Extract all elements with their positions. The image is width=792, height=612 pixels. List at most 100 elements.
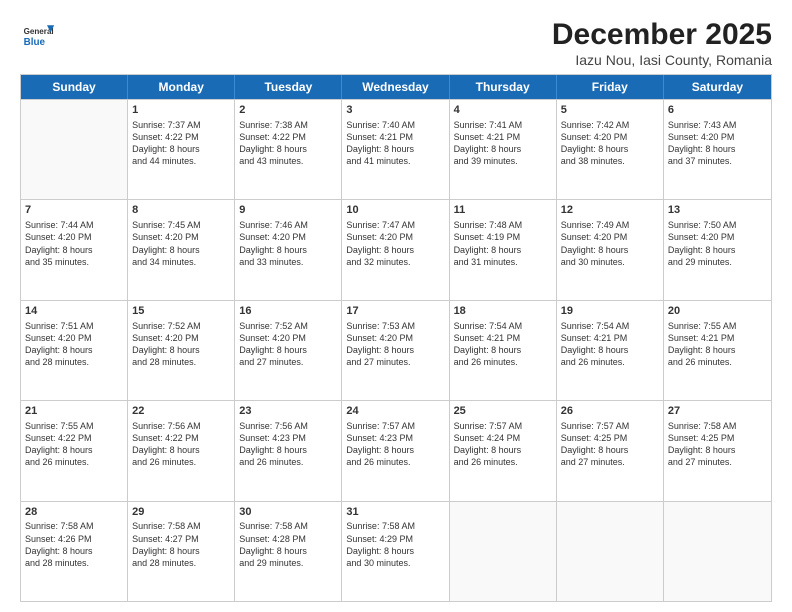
day-info: Sunset: 4:21 PM <box>561 332 659 344</box>
day-number: 18 <box>454 304 552 319</box>
day-info: Sunset: 4:22 PM <box>132 432 230 444</box>
cal-row: 7Sunrise: 7:44 AMSunset: 4:20 PMDaylight… <box>21 199 771 299</box>
day-info: and 26 minutes. <box>668 356 767 368</box>
day-number: 26 <box>561 404 659 419</box>
cal-cell <box>664 502 771 601</box>
day-info: and 26 minutes. <box>454 356 552 368</box>
day-info: Daylight: 8 hours <box>454 444 552 456</box>
day-info: and 27 minutes. <box>239 356 337 368</box>
day-info: Sunset: 4:26 PM <box>25 533 123 545</box>
calendar: SundayMondayTuesdayWednesdayThursdayFrid… <box>20 74 772 602</box>
cal-cell: 2Sunrise: 7:38 AMSunset: 4:22 PMDaylight… <box>235 100 342 199</box>
day-info: and 26 minutes. <box>454 456 552 468</box>
cal-cell: 27Sunrise: 7:58 AMSunset: 4:25 PMDayligh… <box>664 401 771 500</box>
day-info: and 44 minutes. <box>132 155 230 167</box>
cal-cell: 13Sunrise: 7:50 AMSunset: 4:20 PMDayligh… <box>664 200 771 299</box>
day-info: Sunset: 4:20 PM <box>668 231 767 243</box>
day-info: Sunrise: 7:55 AM <box>668 320 767 332</box>
day-number: 31 <box>346 505 444 520</box>
cal-header-cell: Friday <box>557 75 664 99</box>
day-info: Sunset: 4:20 PM <box>239 231 337 243</box>
cal-cell: 7Sunrise: 7:44 AMSunset: 4:20 PMDaylight… <box>21 200 128 299</box>
day-info: Daylight: 8 hours <box>668 344 767 356</box>
cal-cell: 8Sunrise: 7:45 AMSunset: 4:20 PMDaylight… <box>128 200 235 299</box>
cal-header-cell: Saturday <box>664 75 771 99</box>
cal-cell: 3Sunrise: 7:40 AMSunset: 4:21 PMDaylight… <box>342 100 449 199</box>
day-info: Daylight: 8 hours <box>561 143 659 155</box>
header: General Blue General Blue December 2025 … <box>20 18 772 68</box>
day-info: and 27 minutes. <box>346 356 444 368</box>
day-info: and 26 minutes. <box>25 456 123 468</box>
day-info: Sunrise: 7:52 AM <box>239 320 337 332</box>
day-info: Daylight: 8 hours <box>132 143 230 155</box>
day-info: and 27 minutes. <box>668 456 767 468</box>
cal-header-cell: Sunday <box>21 75 128 99</box>
day-info: and 26 minutes. <box>239 456 337 468</box>
day-info: and 43 minutes. <box>239 155 337 167</box>
day-info: Daylight: 8 hours <box>239 244 337 256</box>
cal-cell: 29Sunrise: 7:58 AMSunset: 4:27 PMDayligh… <box>128 502 235 601</box>
day-info: Sunrise: 7:46 AM <box>239 219 337 231</box>
day-info: and 30 minutes. <box>346 557 444 569</box>
day-info: and 28 minutes. <box>25 557 123 569</box>
cal-cell: 1Sunrise: 7:37 AMSunset: 4:22 PMDaylight… <box>128 100 235 199</box>
cal-cell <box>450 502 557 601</box>
day-info: Sunset: 4:23 PM <box>239 432 337 444</box>
day-info: Sunrise: 7:58 AM <box>25 520 123 532</box>
day-info: Daylight: 8 hours <box>561 244 659 256</box>
day-number: 11 <box>454 203 552 218</box>
day-number: 7 <box>25 203 123 218</box>
day-info: Sunrise: 7:54 AM <box>561 320 659 332</box>
cal-cell: 19Sunrise: 7:54 AMSunset: 4:21 PMDayligh… <box>557 301 664 400</box>
day-number: 1 <box>132 103 230 118</box>
day-info: Daylight: 8 hours <box>239 444 337 456</box>
cal-cell: 16Sunrise: 7:52 AMSunset: 4:20 PMDayligh… <box>235 301 342 400</box>
cal-header-cell: Tuesday <box>235 75 342 99</box>
cal-cell: 22Sunrise: 7:56 AMSunset: 4:22 PMDayligh… <box>128 401 235 500</box>
day-number: 27 <box>668 404 767 419</box>
cal-cell <box>557 502 664 601</box>
day-info: Sunrise: 7:58 AM <box>132 520 230 532</box>
cal-cell: 17Sunrise: 7:53 AMSunset: 4:20 PMDayligh… <box>342 301 449 400</box>
day-info: Sunrise: 7:58 AM <box>668 420 767 432</box>
day-info: Daylight: 8 hours <box>132 244 230 256</box>
day-info: and 28 minutes. <box>132 356 230 368</box>
day-info: Sunrise: 7:44 AM <box>25 219 123 231</box>
day-info: and 26 minutes. <box>346 456 444 468</box>
cal-cell: 15Sunrise: 7:52 AMSunset: 4:20 PMDayligh… <box>128 301 235 400</box>
day-info: Daylight: 8 hours <box>561 444 659 456</box>
day-info: Sunrise: 7:43 AM <box>668 119 767 131</box>
day-info: Sunrise: 7:49 AM <box>561 219 659 231</box>
cal-cell: 11Sunrise: 7:48 AMSunset: 4:19 PMDayligh… <box>450 200 557 299</box>
day-info: and 30 minutes. <box>561 256 659 268</box>
page: General Blue General Blue December 2025 … <box>0 0 792 612</box>
day-info: Sunrise: 7:50 AM <box>668 219 767 231</box>
cal-row: 21Sunrise: 7:55 AMSunset: 4:22 PMDayligh… <box>21 400 771 500</box>
cal-cell: 26Sunrise: 7:57 AMSunset: 4:25 PMDayligh… <box>557 401 664 500</box>
day-number: 8 <box>132 203 230 218</box>
cal-row: 28Sunrise: 7:58 AMSunset: 4:26 PMDayligh… <box>21 501 771 601</box>
day-info: Sunset: 4:20 PM <box>239 332 337 344</box>
month-title: December 2025 <box>552 18 772 52</box>
day-info: and 35 minutes. <box>25 256 123 268</box>
day-info: Sunrise: 7:48 AM <box>454 219 552 231</box>
day-info: Sunset: 4:20 PM <box>668 131 767 143</box>
day-info: Daylight: 8 hours <box>132 545 230 557</box>
day-number: 9 <box>239 203 337 218</box>
day-info: Sunrise: 7:37 AM <box>132 119 230 131</box>
cal-header-cell: Monday <box>128 75 235 99</box>
day-info: Sunset: 4:27 PM <box>132 533 230 545</box>
day-info: Sunset: 4:25 PM <box>561 432 659 444</box>
logo-icon: General Blue <box>20 18 56 54</box>
day-info: Sunrise: 7:47 AM <box>346 219 444 231</box>
cal-header-cell: Wednesday <box>342 75 449 99</box>
day-info: Daylight: 8 hours <box>346 244 444 256</box>
day-info: Sunrise: 7:56 AM <box>239 420 337 432</box>
day-info: Daylight: 8 hours <box>132 344 230 356</box>
day-info: and 28 minutes. <box>132 557 230 569</box>
day-info: Sunrise: 7:54 AM <box>454 320 552 332</box>
day-info: Daylight: 8 hours <box>346 143 444 155</box>
cal-cell: 20Sunrise: 7:55 AMSunset: 4:21 PMDayligh… <box>664 301 771 400</box>
day-number: 29 <box>132 505 230 520</box>
day-info: Sunrise: 7:55 AM <box>25 420 123 432</box>
